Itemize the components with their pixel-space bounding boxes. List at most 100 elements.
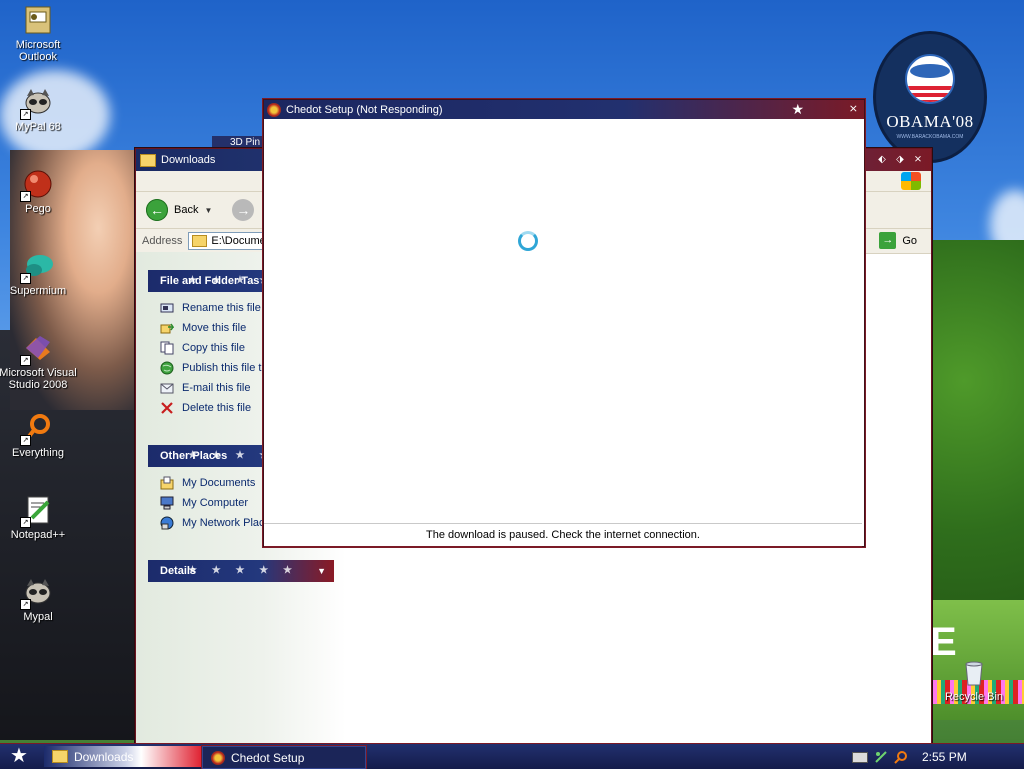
pego-icon: ↗ — [20, 168, 54, 202]
visual-studio-icon: ↗ — [20, 332, 54, 366]
desktop-icon-label: Studio 2008 — [8, 379, 68, 391]
shortcut-arrow-icon: ↗ — [20, 599, 31, 610]
task-label: Rename this file — [182, 302, 261, 314]
keyboard-icon[interactable] — [852, 752, 868, 763]
email-icon — [160, 383, 174, 394]
place-label: My Computer — [182, 497, 249, 509]
desktop-icon-label: MyPal 68 — [15, 121, 61, 133]
my-computer-icon — [160, 496, 174, 510]
move-icon — [160, 323, 174, 334]
background-window-title: 3D Pin — [230, 137, 261, 148]
obama-badge-text: OBAMA'08 — [886, 112, 974, 131]
place-label: My Network Plac — [182, 517, 265, 529]
chedot-app-icon — [211, 750, 225, 765]
desktop-icon-label: Outlook — [19, 51, 57, 63]
task-label: Publish this file to — [182, 362, 268, 374]
desktop-icon-label: Pego — [25, 203, 51, 215]
desktop-icon-pego[interactable]: ↗ Pego — [0, 168, 78, 215]
publish-web-icon — [160, 361, 174, 375]
explorer-title: Downloads — [161, 154, 216, 166]
taskbar-button-downloads[interactable]: Downloads — [44, 746, 206, 767]
expand-chevron-icon[interactable]: ▼ — [317, 560, 326, 582]
chedot-title: Chedot Setup (Not Responding) — [286, 103, 443, 116]
obama-badge-subtext: WWW.BARACKOBAMA.COM — [896, 134, 964, 140]
minimize-button[interactable]: ⬖ — [875, 153, 889, 167]
search-tray-icon[interactable] — [894, 750, 908, 764]
shortcut-arrow-icon: ↗ — [20, 273, 31, 284]
obama-campaign-badge: OBAMA'08 WWW.BARACKOBAMA.COM — [876, 34, 984, 160]
desktop-icon-supermium[interactable]: ↗ Supermium — [0, 250, 78, 297]
desktop-icon-label: Notepad++ — [10, 529, 66, 541]
go-label: Go — [902, 234, 917, 247]
shortcut-arrow-icon: ↗ — [20, 435, 31, 446]
folder-icon — [52, 750, 68, 763]
shortcut-arrow-icon: ↗ — [20, 517, 31, 528]
desktop-icon-label: Microsoft — [15, 39, 61, 51]
back-arrow-icon[interactable]: ← — [146, 199, 168, 221]
start-button-star-icon[interactable]: ★ — [4, 746, 34, 767]
desktop-icon-visual-studio[interactable]: ↗ Microsoft Visual Studio 2008 — [0, 332, 78, 391]
taskbar: ★ Downloads Chedot Setup 2:55 PM — [0, 743, 1024, 769]
desktop-icon-label: Mypal — [23, 611, 53, 623]
folder-icon — [140, 153, 156, 167]
desktop-icon-everything[interactable]: ↗ Everything — [0, 412, 78, 459]
network-places-icon — [160, 516, 174, 530]
mypal-raccoon-icon: ↗ — [20, 576, 54, 610]
system-tray: 2:55 PM — [852, 744, 1024, 769]
network-tray-icon[interactable] — [874, 750, 888, 764]
my-documents-icon — [160, 476, 174, 490]
go-arrow-icon: → — [879, 232, 897, 249]
back-button-label[interactable]: Back — [174, 204, 198, 216]
mypal-raccoon-icon: ↗ — [20, 86, 54, 120]
folder-icon — [192, 235, 208, 247]
chedot-setup-window[interactable]: Chedot Setup (Not Responding) ★ ⨯ The do… — [263, 99, 865, 548]
windows-flag-icon — [901, 172, 921, 190]
copy-icon — [160, 341, 174, 355]
close-button[interactable]: ⨯ — [911, 153, 925, 167]
panel-title: File and Folder Tas — [160, 275, 260, 287]
go-button[interactable]: → Go — [879, 232, 917, 249]
task-label: Copy this file — [182, 342, 245, 354]
shortcut-arrow-icon: ↗ — [20, 355, 31, 366]
shortcut-arrow-icon: ↗ — [20, 191, 31, 202]
desktop-icon-label: Recycle Bin — [944, 691, 1004, 703]
obama-logo-icon — [905, 54, 955, 104]
taskbar-button-chedot-setup[interactable]: Chedot Setup — [202, 746, 366, 769]
chedot-titlebar[interactable]: Chedot Setup (Not Responding) ★ ⨯ — [264, 100, 864, 119]
task-label: Move this file — [182, 322, 247, 334]
panel-title: Other Places — [160, 450, 228, 462]
desktop-icon-mypal[interactable]: ↗ Mypal — [0, 576, 78, 623]
desktop-icon-label: Everything — [12, 447, 64, 459]
maximize-button[interactable]: ⬗ — [893, 153, 907, 167]
recycle-bin-icon — [958, 656, 990, 688]
panel-title: Details — [160, 565, 197, 577]
clock[interactable]: 2:55 PM — [922, 750, 967, 764]
notepadpp-icon: ↗ — [20, 494, 54, 528]
chedot-app-icon — [267, 102, 281, 117]
window-controls: ⬖ ⬗ ⨯ — [875, 153, 925, 167]
taskbar-button-label: Downloads — [74, 749, 134, 764]
task-label: Delete this file — [182, 402, 252, 414]
task-label: E-mail this file — [182, 382, 251, 394]
delete-x-icon — [161, 402, 173, 414]
desktop-icon-notepadpp[interactable]: ↗ Notepad++ — [0, 494, 78, 541]
details-panel: Details ▼ — [148, 560, 334, 582]
download-status-text: The download is paused. Check the intern… — [264, 523, 862, 548]
address-label: Address — [142, 235, 183, 247]
desktop-icon-label: Supermium — [9, 285, 67, 297]
desktop-icon-outlook[interactable]: Microsoft Outlook — [0, 4, 78, 63]
place-label: My Documents — [182, 477, 256, 489]
outlook-icon — [22, 4, 54, 36]
taskbar-button-label: Chedot Setup — [231, 750, 305, 765]
desktop-icon-recycle-bin[interactable]: Recycle Bin — [934, 656, 1014, 703]
panel-header[interactable]: Details ▼ — [148, 560, 334, 582]
desktop-icon-mypal68[interactable]: ↗ MyPal 68 — [0, 86, 78, 133]
rename-icon — [160, 303, 174, 313]
forward-arrow-icon[interactable]: → — [232, 199, 255, 221]
desktop-icon-label: Microsoft Visual — [0, 367, 77, 379]
supermium-icon: ↗ — [20, 250, 54, 284]
close-button[interactable]: ⨯ — [849, 102, 858, 115]
star-icon: ★ — [791, 101, 804, 117]
everything-icon: ↗ — [20, 412, 54, 446]
back-dropdown-icon[interactable]: ▼ — [204, 206, 212, 215]
